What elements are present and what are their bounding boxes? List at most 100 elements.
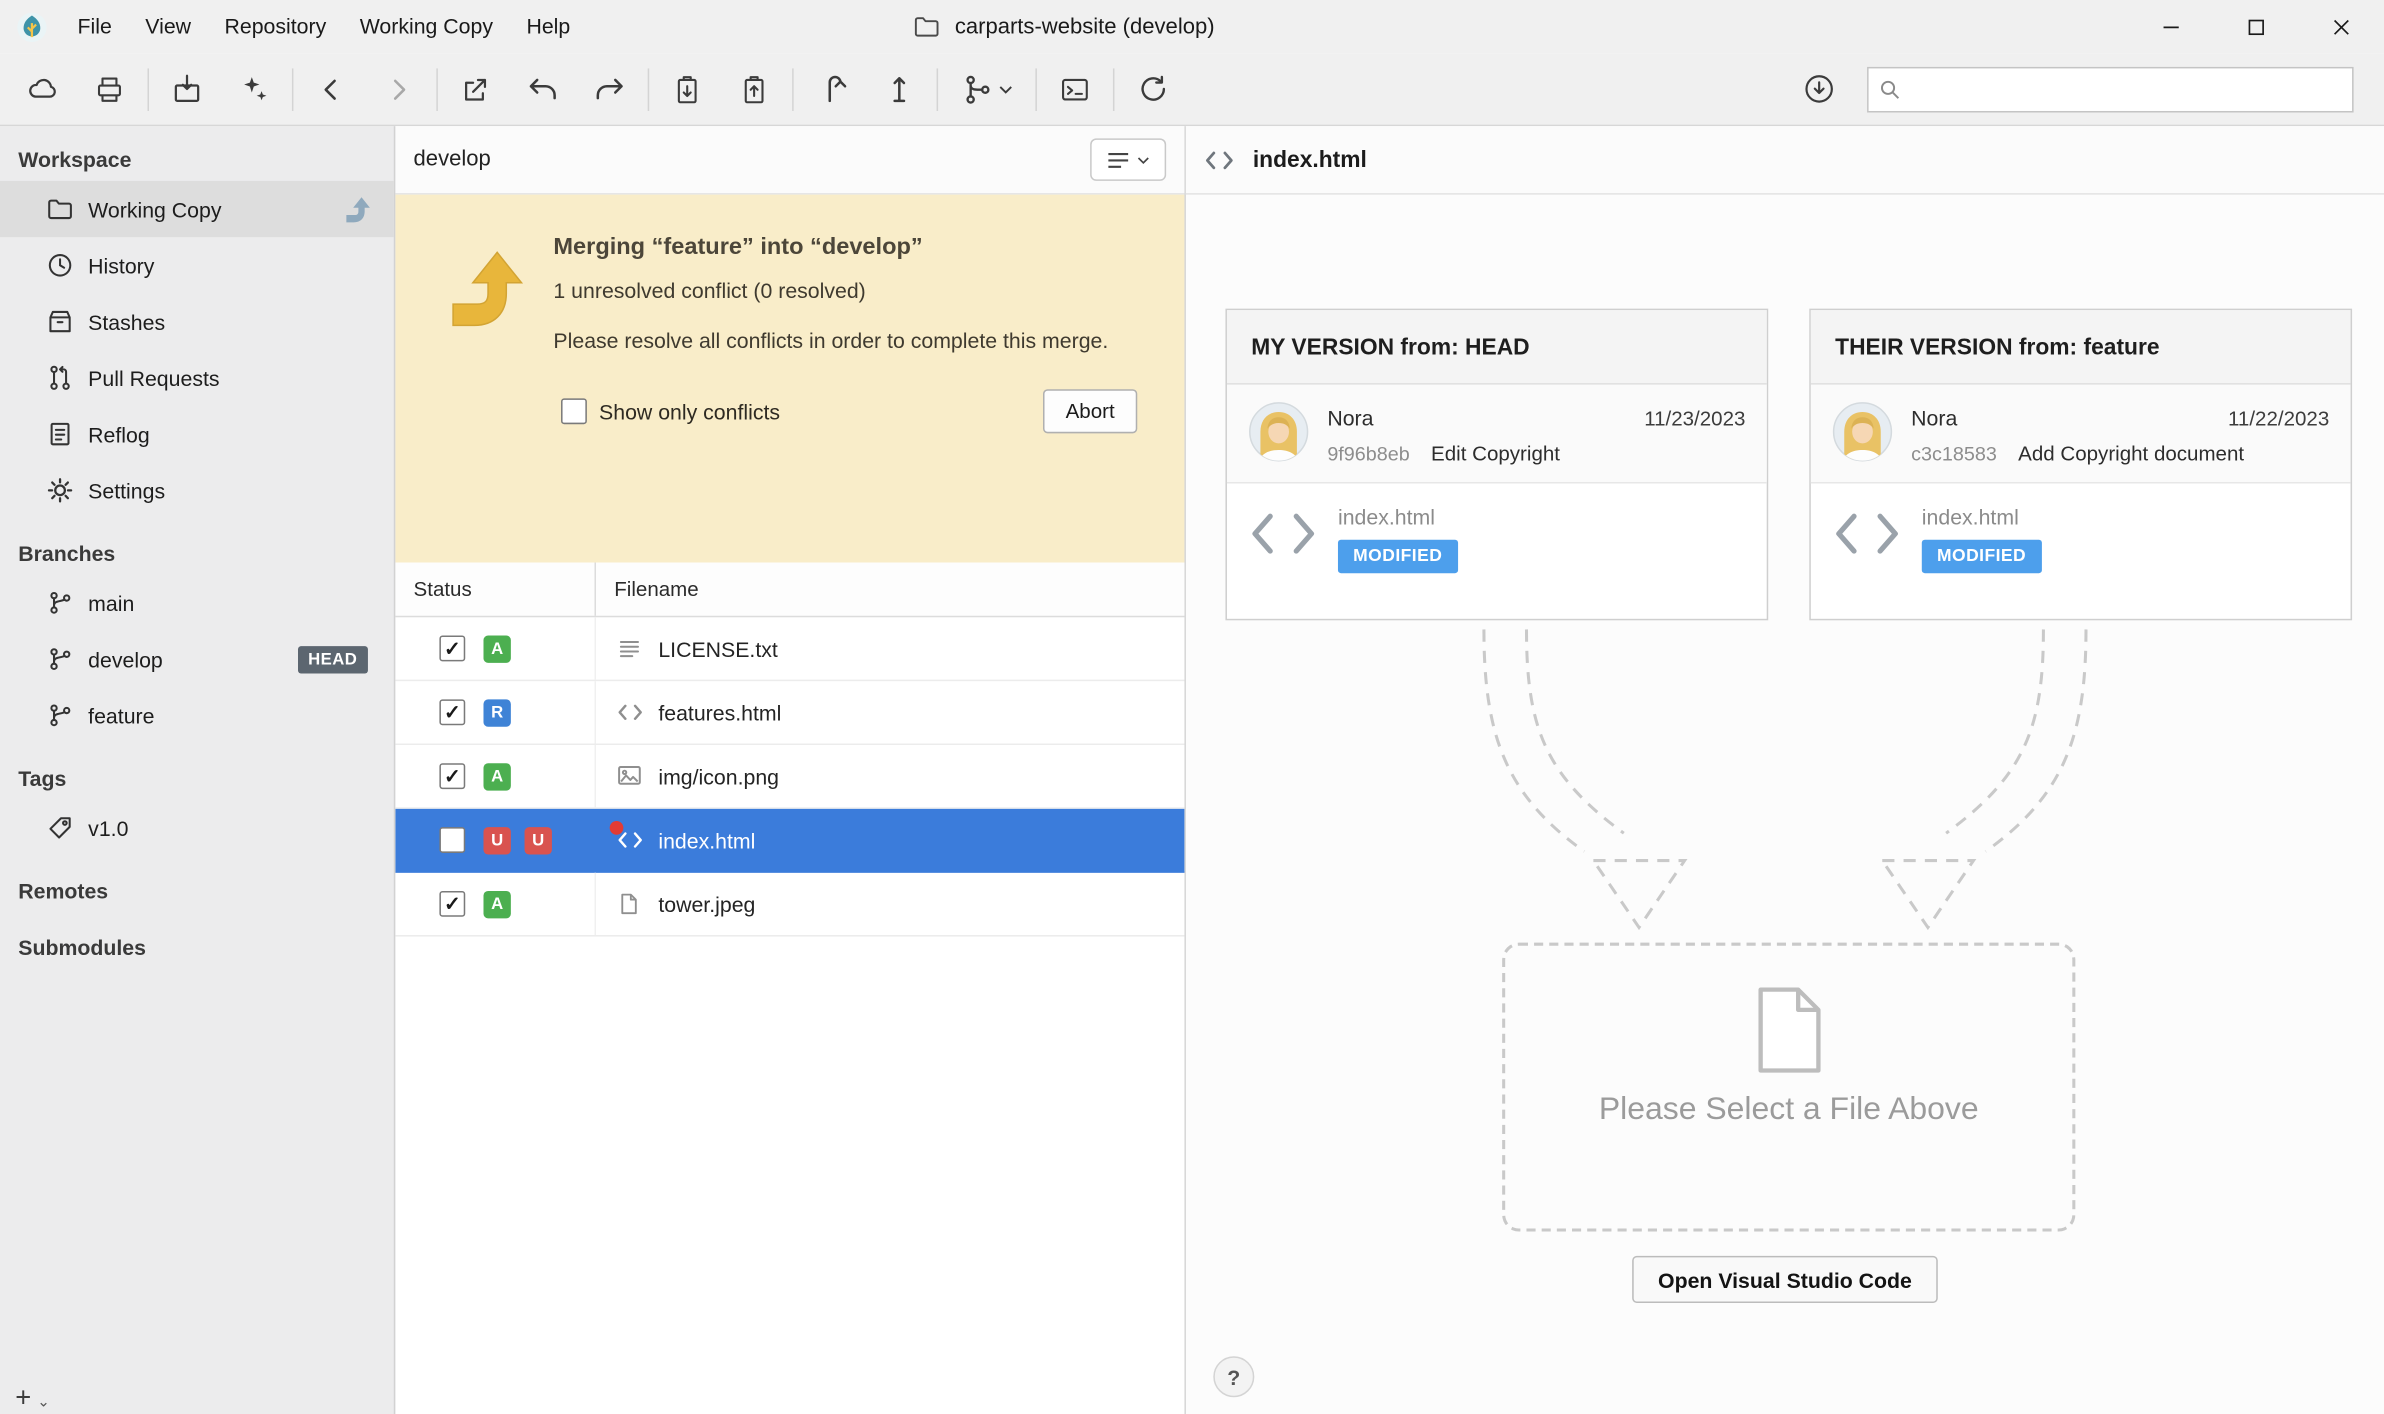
code-file-icon xyxy=(617,701,643,724)
filename: features.html xyxy=(658,700,781,724)
menu-view[interactable]: View xyxy=(129,0,208,53)
table-row[interactable]: R features.html xyxy=(395,681,1184,745)
sparkles-icon[interactable] xyxy=(220,59,287,120)
app-icon xyxy=(15,10,48,43)
back-icon[interactable] xyxy=(298,59,365,120)
branch-label: feature xyxy=(88,703,154,727)
tag-icon xyxy=(46,813,75,842)
sidebar-item-label: Stashes xyxy=(88,309,165,333)
row-checkbox[interactable] xyxy=(439,636,465,662)
status-badge: U xyxy=(525,826,552,853)
my-version-card[interactable]: MY VERSION from: HEAD xyxy=(1225,309,1768,621)
help-button[interactable]: ? xyxy=(1213,1356,1254,1397)
close-button[interactable] xyxy=(2299,0,2384,53)
avatar xyxy=(1832,401,1893,465)
menu-file[interactable]: File xyxy=(61,0,129,53)
submodules-header: Submodules xyxy=(0,926,394,969)
sidebar-item-label: Settings xyxy=(88,478,165,502)
filename: img/icon.png xyxy=(658,764,779,788)
merge-conflict-notice: Merging “feature” into “develop” 1 unres… xyxy=(395,195,1184,563)
branch-label: develop xyxy=(88,647,163,671)
sidebar-item-reflog[interactable]: Reflog xyxy=(0,406,394,462)
view-options-button[interactable] xyxy=(1090,138,1166,181)
forward-icon[interactable] xyxy=(365,59,432,120)
modified-badge: MODIFIED xyxy=(1922,540,2042,573)
show-only-conflicts-label: Show only conflicts xyxy=(599,400,780,424)
table-row[interactable]: A LICENSE.txt xyxy=(395,617,1184,681)
terminal-icon[interactable] xyxy=(1041,59,1108,120)
code-file-conflict-icon xyxy=(617,829,643,852)
download-icon[interactable] xyxy=(1785,59,1852,120)
branch-icon xyxy=(46,588,75,617)
clock-icon xyxy=(46,251,75,280)
toolbar xyxy=(0,53,2384,126)
sidebar-item-pull-requests[interactable]: Pull Requests xyxy=(0,350,394,406)
detail-file-title: index.html xyxy=(1253,147,1367,173)
remotes-header: Remotes xyxy=(0,870,394,913)
branches-header: Branches xyxy=(0,532,394,575)
chevron-down-icon[interactable]: ⌄ xyxy=(37,1394,50,1411)
cloud-icon[interactable] xyxy=(9,59,76,120)
redo-icon[interactable] xyxy=(576,59,643,120)
search-icon xyxy=(1878,77,1902,101)
merge-icon[interactable] xyxy=(943,59,1031,120)
status-badge: R xyxy=(483,699,510,726)
column-status: Status xyxy=(395,563,596,616)
refresh-icon[interactable] xyxy=(1119,59,1186,120)
their-version-file-row[interactable]: index.html MODIFIED xyxy=(1811,483,2351,588)
checkout-box-icon[interactable] xyxy=(154,59,221,120)
text-file-icon xyxy=(617,637,643,660)
sidebar-item-label: Working Copy xyxy=(88,197,221,221)
commit-date: 11/23/2023 xyxy=(1644,407,1745,430)
row-checkbox[interactable] xyxy=(439,827,465,853)
row-checkbox[interactable] xyxy=(439,699,465,725)
show-only-conflicts-row: Show only conflicts xyxy=(561,399,780,425)
menu-working-copy[interactable]: Working Copy xyxy=(343,0,510,53)
menu-repository[interactable]: Repository xyxy=(208,0,343,53)
row-checkbox[interactable] xyxy=(439,763,465,789)
sidebar-branch-feature[interactable]: feature xyxy=(0,687,394,743)
my-version-file-row[interactable]: index.html MODIFIED xyxy=(1227,483,1767,588)
merge-notice-title: Merging “feature” into “develop” xyxy=(553,234,1157,261)
sidebar-item-working-copy[interactable]: Working Copy xyxy=(0,181,394,237)
current-branch-label: develop xyxy=(414,147,491,171)
stash-pop-icon[interactable] xyxy=(721,59,788,120)
commit-date: 11/22/2023 xyxy=(2228,407,2329,430)
sidebar-item-settings[interactable]: Settings xyxy=(0,462,394,518)
minimize-button[interactable] xyxy=(2129,0,2214,53)
table-row[interactable]: U U index.html xyxy=(395,809,1184,873)
add-repo-button[interactable]: + xyxy=(15,1384,31,1411)
pull-icon[interactable] xyxy=(798,59,865,120)
titlebar: File View Repository Working Copy Help c… xyxy=(0,0,2384,53)
generic-file-icon xyxy=(617,892,643,915)
sidebar-item-history[interactable]: History xyxy=(0,237,394,293)
open-vscode-button[interactable]: Open Visual Studio Code xyxy=(1632,1256,1938,1303)
table-row[interactable]: A img/icon.png xyxy=(395,745,1184,809)
filename: index.html xyxy=(658,828,755,852)
menu-help[interactable]: Help xyxy=(510,0,587,53)
table-row[interactable]: A tower.jpeg xyxy=(395,873,1184,937)
search-input[interactable] xyxy=(1867,66,2354,112)
sidebar-branch-develop[interactable]: develop HEAD xyxy=(0,631,394,687)
abort-button[interactable]: Abort xyxy=(1043,390,1137,434)
push-icon[interactable] xyxy=(865,59,932,120)
sidebar-tag-v1[interactable]: v1.0 xyxy=(0,800,394,856)
branch-icon xyxy=(46,645,75,674)
stash-save-icon[interactable] xyxy=(654,59,721,120)
file-table-header: Status Filename xyxy=(395,563,1184,618)
maximize-button[interactable] xyxy=(2214,0,2299,53)
commit-hash: c3c18583 xyxy=(1911,442,1997,465)
conflict-dot xyxy=(610,821,624,835)
sidebar-branch-main[interactable]: main xyxy=(0,575,394,631)
sidebar-item-label: Pull Requests xyxy=(88,366,219,390)
sidebar-item-stashes[interactable]: Stashes xyxy=(0,293,394,349)
avatar xyxy=(1248,401,1309,465)
printer-icon[interactable] xyxy=(76,59,143,120)
share-icon[interactable] xyxy=(442,59,509,120)
file-status-panel: develop Merging “feature” into “develop”… xyxy=(395,126,1186,1414)
their-version-card[interactable]: THEIR VERSION from: feature xyxy=(1809,309,2352,621)
row-checkbox[interactable] xyxy=(439,891,465,917)
log-icon xyxy=(46,420,75,449)
undo-icon[interactable] xyxy=(509,59,576,120)
show-only-conflicts-checkbox[interactable] xyxy=(561,399,587,425)
